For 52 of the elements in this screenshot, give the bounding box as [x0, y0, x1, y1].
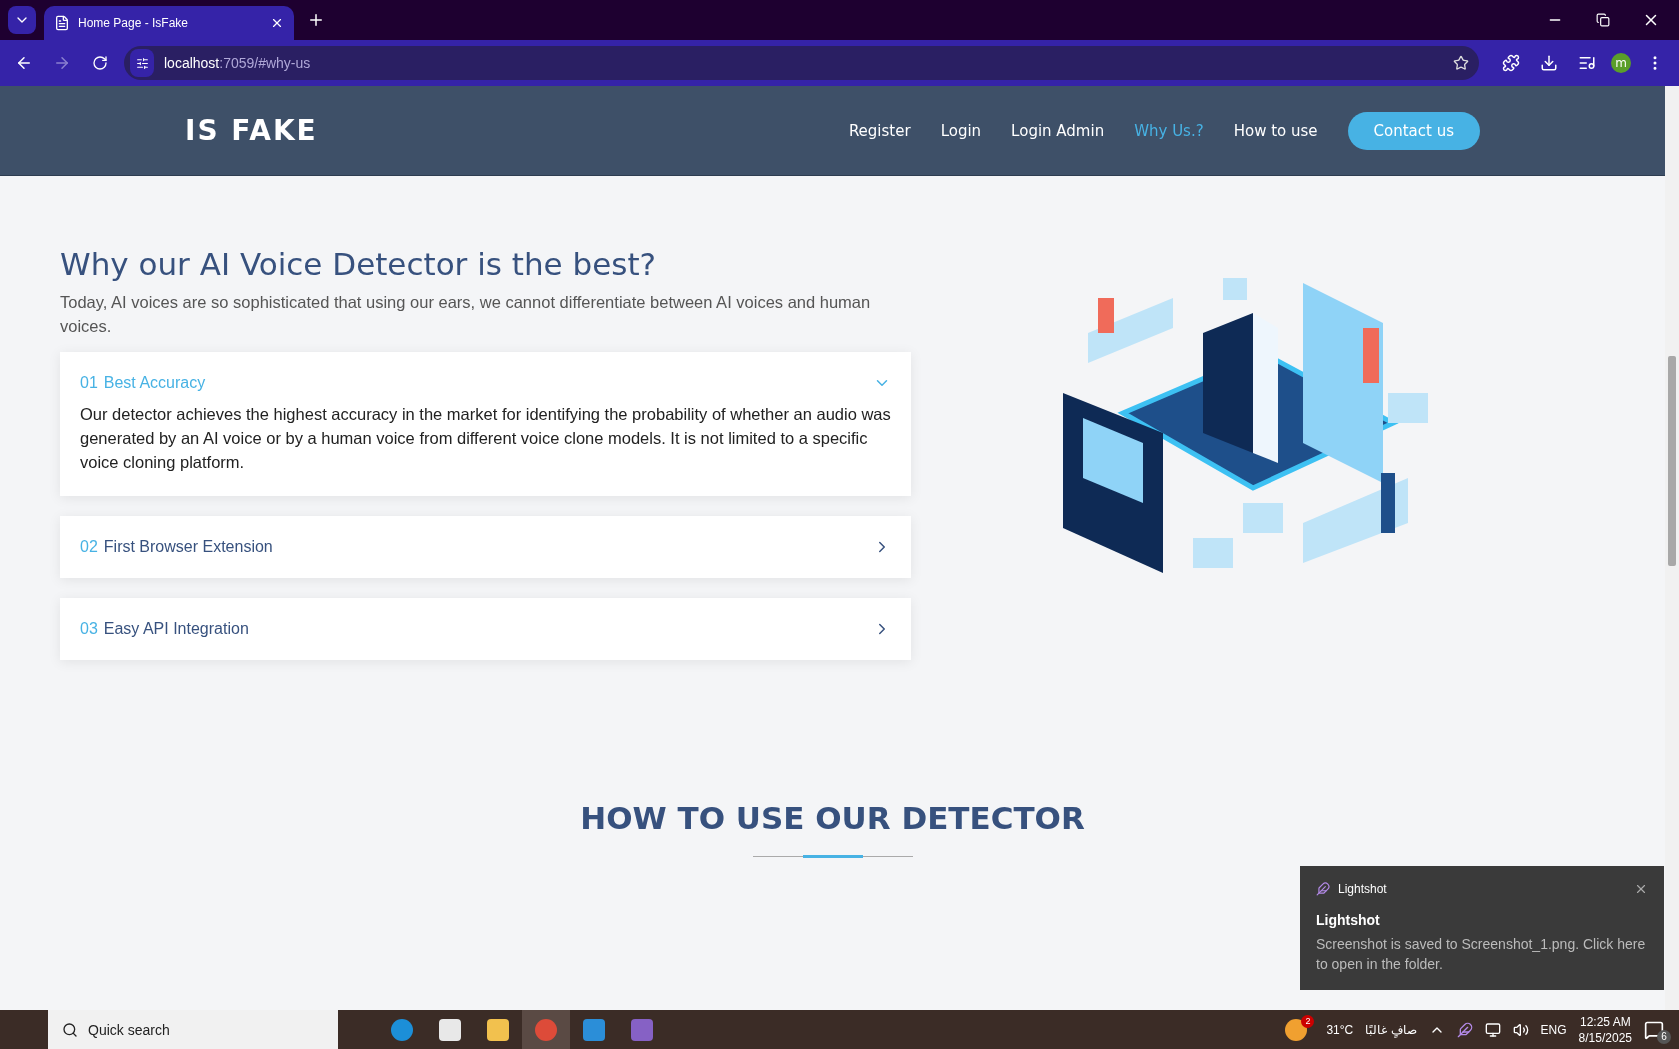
search-field[interactable]: Quick search	[48, 1010, 338, 1049]
toast-title: Lightshot	[1316, 912, 1381, 928]
clock[interactable]: 12:25 AM 8/15/2025	[1578, 1013, 1632, 1046]
new-tab-icon[interactable]	[307, 11, 325, 29]
download-icon[interactable]	[1540, 54, 1558, 72]
ide-icon[interactable]	[631, 1018, 653, 1041]
intro-text: Today, AI voices are so sophisticated that using our ears, we cannot differentiate between AI voices and human voices.	[60, 292, 872, 337]
restore-icon[interactable]	[1596, 13, 1610, 27]
browser-app-icon[interactable]	[391, 1018, 413, 1041]
network-icon[interactable]	[1484, 1021, 1501, 1038]
nav-link[interactable]: Login	[940, 121, 982, 140]
toast-message: Screenshot is saved to Screenshot_1.png. Click here to open in the folder.	[1316, 935, 1647, 974]
reload-icon[interactable]	[92, 55, 108, 71]
accordion-text: Our detector achieves the highest accuracy in the market for identifying the probability of whether an audio was generated by an AI voice or by a human voice from different voice clone models. It is not limited to a specific voice cloning platform.	[80, 404, 891, 473]
feather-icon[interactable]	[1456, 1021, 1473, 1038]
accordion-title[interactable]: 03 Easy API Integration	[80, 620, 873, 638]
weather-badge: 2	[1301, 1014, 1315, 1028]
nav-link[interactable]: Register	[848, 121, 911, 140]
media-icon[interactable]	[1578, 54, 1596, 72]
volume-icon[interactable]	[1512, 1021, 1529, 1038]
store-icon[interactable]	[439, 1018, 461, 1041]
section-heading: Why our AI Voice Detector is the best?	[60, 246, 658, 282]
page-icon	[54, 15, 70, 31]
forward-arrow-icon[interactable]	[53, 54, 71, 72]
nav-link[interactable]: How to use	[1233, 121, 1318, 140]
nav-link[interactable]: Why Us.?	[1134, 121, 1204, 140]
notification-toast[interactable]: Lightshot Lightshot Screenshot is saved to Screenshot_1.png. Click here to open in the folder.	[1300, 866, 1664, 990]
notification-count: 6	[1657, 1029, 1671, 1044]
address-bar[interactable]: localhost:7059/#why-us	[124, 46, 1479, 80]
feather-icon	[1316, 882, 1330, 896]
accordion-title[interactable]: 02 First Browser Extension	[80, 538, 873, 556]
extension-icon[interactable]	[1502, 54, 1520, 72]
language-indicator[interactable]: ENG	[1540, 1022, 1567, 1037]
weather-text: صافٍ غالبًا	[1365, 1022, 1417, 1037]
weather-icon[interactable]	[1285, 1018, 1308, 1041]
url-text: localhost:7059/#why-us	[164, 55, 311, 71]
close-tab-icon[interactable]	[270, 16, 284, 30]
scrollbar[interactable]	[1665, 86, 1679, 1010]
site-logo[interactable]: IS FAKE	[185, 114, 318, 147]
tab-title: Home Page - IsFake	[78, 16, 190, 30]
folder-icon[interactable]	[487, 1018, 509, 1041]
site-settings-button[interactable]	[130, 49, 154, 77]
nav-link[interactable]: Login Admin	[1011, 121, 1105, 140]
tab-list-button[interactable]	[8, 6, 36, 34]
section-heading: HOW TO USE OUR DETECTOR	[580, 800, 1085, 836]
bookmark-star-icon[interactable]	[1453, 55, 1469, 71]
sliders-icon	[135, 56, 149, 70]
toast-app-name: Lightshot	[1338, 882, 1387, 896]
temperature: 31°C	[1326, 1022, 1354, 1037]
code-editor-icon[interactable]	[583, 1018, 605, 1041]
search-icon	[62, 1021, 78, 1038]
browser-tab[interactable]: Home Page - IsFake	[44, 6, 294, 40]
